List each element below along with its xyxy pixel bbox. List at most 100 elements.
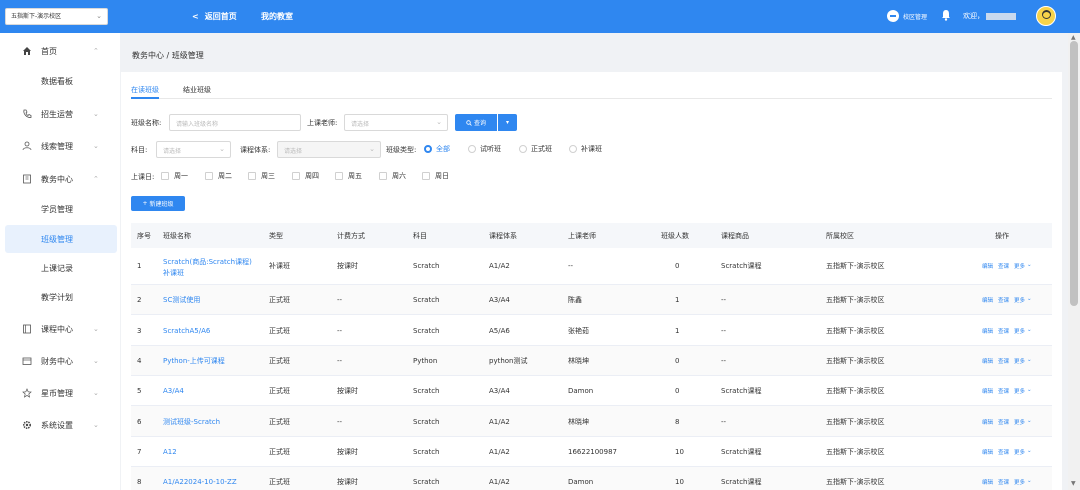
table-cell: 正式班: [269, 418, 290, 426]
view-class-link[interactable]: 查课: [998, 478, 1009, 486]
class-name-link[interactable]: A1/A22024-10-10-ZZ: [163, 477, 237, 487]
edit-link[interactable]: 编辑: [982, 387, 993, 395]
bell-icon[interactable]: [941, 9, 951, 21]
tab-graduated-classes[interactable]: 结业班级: [183, 85, 211, 99]
scroll-up-icon[interactable]: ▲: [1071, 34, 1076, 41]
sidebar-item-label: 班级管理: [41, 235, 73, 244]
welcome-label: 欢迎，: [963, 12, 984, 20]
campus-select[interactable]: 五指斯下-演示校区 ⌄: [5, 8, 108, 25]
course-system-label: 课程体系:: [240, 146, 271, 154]
sidebar-sub-class-mgmt[interactable]: 班级管理: [5, 225, 117, 253]
class-name-link[interactable]: A3/A4: [163, 386, 184, 396]
sidebar-item-settings[interactable]: 系统设置 ⌄: [0, 411, 120, 439]
checkbox-day-fri[interactable]: 周五: [335, 171, 362, 181]
checkbox-day-wed[interactable]: 周三: [248, 171, 275, 181]
view-class-link[interactable]: 查课: [998, 296, 1009, 304]
class-name-input[interactable]: 请输入班级名称: [169, 114, 301, 131]
chevron-down-icon: ⌄: [219, 145, 225, 153]
campus-mgmt-button[interactable]: 校区管理: [887, 10, 927, 22]
sidebar-item-leads[interactable]: 线索管理 ⌄: [0, 132, 120, 160]
class-name-link[interactable]: Scratch(商品:Scratch课程): [163, 257, 252, 267]
my-classroom-link[interactable]: 我的教室: [261, 11, 293, 22]
class-name-link[interactable]: Python-上传可课程: [163, 356, 225, 366]
more-dropdown[interactable]: 更多: [1014, 327, 1025, 335]
class-name-link[interactable]: ScratchA5/A6: [163, 326, 210, 336]
view-class-link[interactable]: 查课: [998, 387, 1009, 395]
sidebar-item-home[interactable]: 首页 ⌃: [0, 37, 120, 65]
welcome-user[interactable]: 欢迎，: [963, 11, 1016, 21]
checkbox-day-sat[interactable]: 周六: [379, 171, 406, 181]
more-dropdown[interactable]: 更多: [1014, 478, 1025, 486]
subject-select[interactable]: 请选择 ⌄: [156, 141, 231, 158]
checkbox-day-thu[interactable]: 周四: [292, 171, 319, 181]
scrollbar-thumb[interactable]: [1070, 41, 1078, 306]
star-icon: [22, 388, 32, 398]
more-dropdown[interactable]: 更多: [1014, 357, 1025, 365]
class-name-link-line2[interactable]: 补课班: [163, 268, 184, 278]
edit-link[interactable]: 编辑: [982, 478, 993, 486]
view-class-link[interactable]: 查课: [998, 418, 1009, 426]
sidebar-item-stars[interactable]: 星币管理 ⌄: [0, 379, 120, 407]
avatar[interactable]: [1036, 6, 1056, 26]
class-name-link[interactable]: SC测试使用: [163, 295, 200, 305]
wallet-icon: [22, 356, 32, 366]
teacher-select[interactable]: 请选择 ⌄: [344, 114, 448, 131]
sidebar-item-label: 星币管理: [41, 388, 73, 398]
view-class-link[interactable]: 查课: [998, 327, 1009, 335]
chevron-down-icon: ⌄: [96, 12, 102, 20]
more-dropdown[interactable]: 更多: [1014, 448, 1025, 456]
view-class-link[interactable]: 查课: [998, 357, 1009, 365]
add-class-button[interactable]: + 新建班级: [131, 196, 185, 211]
view-class-link[interactable]: 查课: [998, 448, 1009, 456]
table-cell: 按课时: [337, 478, 358, 486]
sidebar-item-academic[interactable]: 教务中心 ⌃: [0, 165, 120, 193]
radio-type-all[interactable]: 全部: [424, 144, 450, 154]
table-cell: 16622100987: [568, 448, 617, 456]
tab-active-classes[interactable]: 在读班级: [131, 85, 159, 99]
sidebar-sub-attendance[interactable]: 上课记录: [0, 254, 120, 282]
table-cell: Scratch: [413, 418, 440, 426]
sidebar-item-finance[interactable]: 财务中心 ⌄: [0, 347, 120, 375]
checkbox-day-mon[interactable]: 周一: [161, 171, 188, 181]
table-cell: 1: [675, 296, 680, 304]
course-system-placeholder: 请选择: [284, 148, 303, 155]
edit-link[interactable]: 编辑: [982, 327, 993, 335]
class-name-link[interactable]: 测试班级-Scratch: [163, 417, 220, 427]
chevron-down-icon: ⌄: [93, 142, 99, 150]
table-cell: Damon: [568, 387, 594, 395]
checkbox-day-sun[interactable]: 周日: [422, 171, 449, 181]
sidebar-sub-students[interactable]: 学员管理: [0, 195, 120, 223]
sidebar-item-courses[interactable]: 课程中心 ⌄: [0, 315, 120, 343]
sidebar-item-recruitment[interactable]: 招生运营 ⌄: [0, 100, 120, 128]
radio-type-makeup[interactable]: 补课班: [569, 144, 602, 154]
edit-link[interactable]: 编辑: [982, 262, 993, 270]
more-dropdown[interactable]: 更多: [1014, 418, 1025, 426]
query-dropdown-button[interactable]: ▾: [498, 114, 517, 131]
top-navbar: 五指斯下-演示校区 ⌄ < 返回首页 我的教室 校区管理 欢迎，: [0, 0, 1080, 33]
checkbox-day-tue[interactable]: 周二: [205, 171, 232, 181]
plus-icon: +: [142, 200, 148, 207]
more-dropdown[interactable]: 更多: [1014, 296, 1025, 304]
query-button[interactable]: 查询: [455, 114, 497, 131]
back-home-link[interactable]: < 返回首页: [192, 11, 237, 22]
edit-link[interactable]: 编辑: [982, 418, 993, 426]
campus-select-value: 五指斯下-演示校区: [11, 13, 62, 20]
scroll-down-icon[interactable]: ▼: [1071, 480, 1076, 487]
more-dropdown[interactable]: 更多: [1014, 262, 1025, 270]
table-row: 5 A3/A4 正式班 按课时 Scratch A3/A4 Damon 0 Scratch课程 五…: [131, 376, 1052, 406]
view-class-link[interactable]: 查课: [998, 262, 1009, 270]
radio-type-formal[interactable]: 正式班: [519, 144, 552, 154]
sidebar-sub-dashboard[interactable]: 数据看板: [0, 67, 120, 95]
table-header: 序号 班级名称 类型 计费方式 科目 课程体系 上课老师 班级人数 课程商品 所…: [131, 223, 1052, 248]
more-dropdown[interactable]: 更多: [1014, 387, 1025, 395]
radio-label: 试听班: [480, 145, 501, 153]
edit-link[interactable]: 编辑: [982, 357, 993, 365]
edit-link[interactable]: 编辑: [982, 296, 993, 304]
class-name-link[interactable]: A12: [163, 447, 177, 457]
radio-type-trial[interactable]: 试听班: [468, 144, 501, 154]
phone-icon: [22, 109, 32, 119]
page-scrollbar[interactable]: ▲ ▼: [1068, 33, 1080, 490]
course-system-select[interactable]: 请选择 ⌄: [277, 141, 381, 158]
edit-link[interactable]: 编辑: [982, 448, 993, 456]
sidebar-sub-plans[interactable]: 教学计划: [0, 283, 120, 311]
